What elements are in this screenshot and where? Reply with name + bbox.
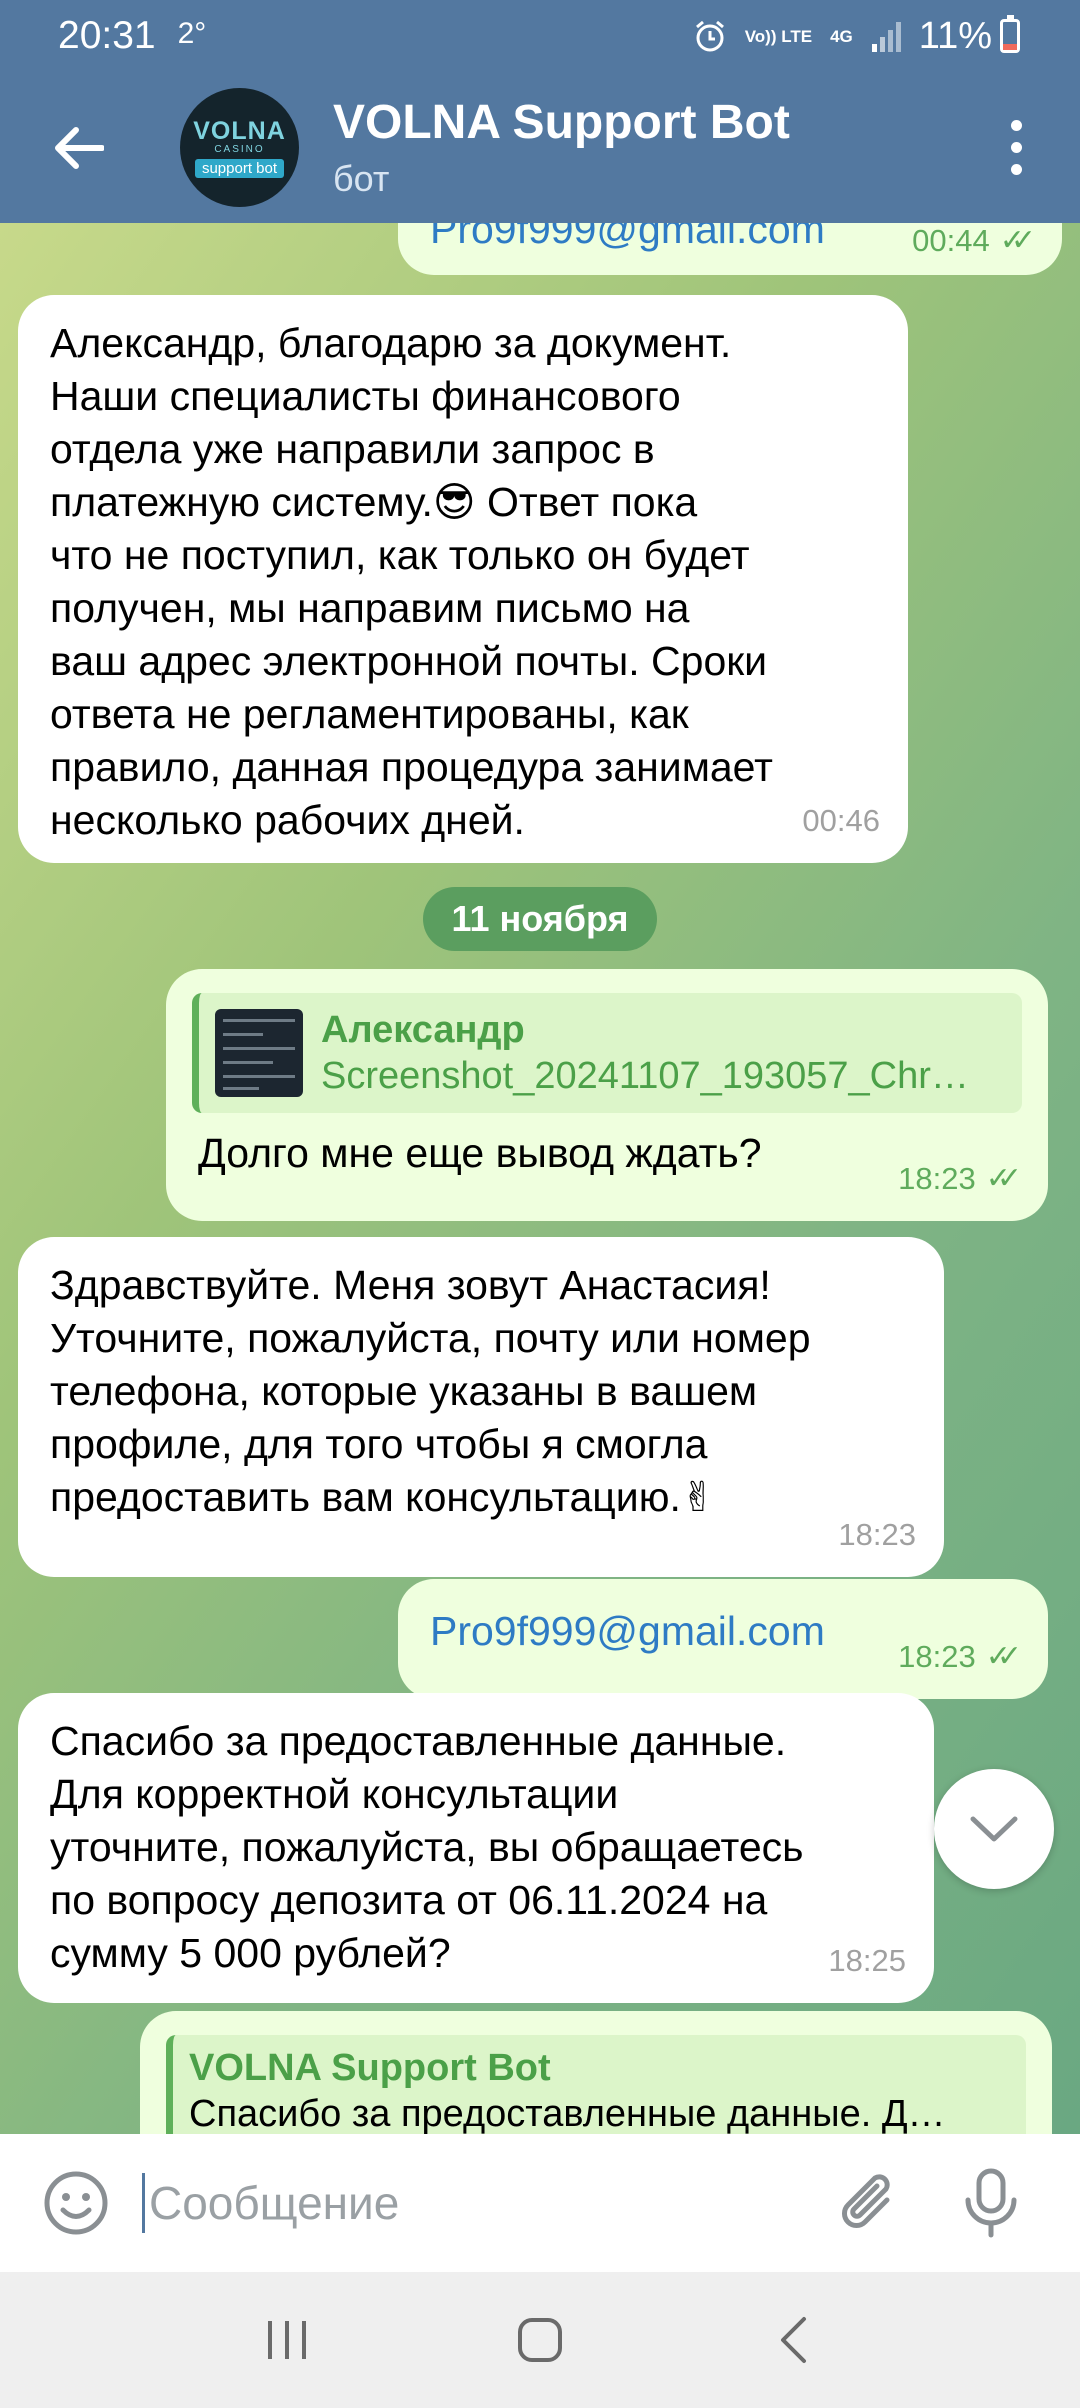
- message-time: 18:23: [838, 1517, 916, 1552]
- date-separator: 11 ноября: [423, 887, 657, 951]
- back-arrow-icon: [55, 126, 104, 169]
- message-meta: 18:23: [838, 1508, 916, 1561]
- reply-author: VOLNA Support Bot: [189, 2047, 551, 2089]
- text-cursor: [142, 2173, 145, 2233]
- message-incoming[interactable]: Александр, благодарю за документ. Наши с…: [18, 295, 908, 863]
- back-button[interactable]: [18, 88, 138, 208]
- scroll-down-button[interactable]: [934, 1769, 1054, 1889]
- message-input-bar: [0, 2134, 1080, 2272]
- more-options-button[interactable]: [986, 98, 1046, 198]
- message-incoming[interactable]: Здравствуйте. Меня зовут Анастасия! Уточ…: [18, 1237, 944, 1577]
- more-vert-icon: [1010, 120, 1022, 131]
- message-text: Александр, благодарю за документ. Наши с…: [50, 320, 773, 843]
- reply-caption: Спасибо за предоставленные данные. Д…: [189, 2093, 946, 2134]
- network-type: 4G: [830, 26, 853, 46]
- message-time: 18:23: [898, 1161, 976, 1196]
- message-outgoing[interactable]: Pro9f999@gmail.com 18:23 ✓✓: [398, 1579, 1048, 1699]
- message-meta: 00:46: [802, 794, 880, 847]
- avatar-logo-text: VOLNA: [193, 117, 286, 145]
- message-meta: 18:23 ✓✓: [898, 1630, 1022, 1683]
- reply-caption: Screenshot_20241107_193057_Chro…: [321, 1055, 981, 1097]
- chat-title: VOLNA Support Bot: [333, 96, 790, 149]
- message-time: 18:23: [898, 1639, 976, 1674]
- avatar-badge: support bot: [194, 159, 285, 178]
- reply-quote[interactable]: Александр Screenshot_20241107_193057_Chr…: [192, 993, 1022, 1113]
- top-bar: 20:31 2° Vo)) LTE 4G 11% VOLNA CASINO su…: [0, 0, 1080, 223]
- message-outgoing[interactable]: VOLNA Support Bot Спасибо за предоставле…: [140, 2011, 1052, 2134]
- reply-texts: Александр Screenshot_20241107_193057_Chr…: [321, 1007, 981, 1099]
- recents-icon: [267, 2321, 306, 2359]
- message-time: 00:46: [802, 803, 880, 838]
- chevron-down-icon: [970, 1816, 1018, 1842]
- status-icons: Vo)) LTE 4G 11%: [693, 15, 1020, 58]
- chat-title-block[interactable]: VOLNA Support Bot бот: [333, 95, 790, 200]
- reply-texts: VOLNA Support Bot Спасибо за предоставле…: [189, 2045, 1009, 2134]
- nav-back-icon: [781, 2317, 807, 2363]
- recents-button[interactable]: [252, 2305, 322, 2375]
- battery-icon: [1000, 15, 1020, 53]
- double-check-icon: ✓✓: [999, 224, 1036, 257]
- chat-header: VOLNA CASINO support bot VOLNA Support B…: [0, 72, 1080, 223]
- battery-percent: 11%: [918, 14, 992, 57]
- emoji-icon[interactable]: [42, 2169, 110, 2237]
- nav-back-button[interactable]: [758, 2305, 828, 2375]
- home-button[interactable]: [505, 2305, 575, 2375]
- reply-thumbnail: [215, 1009, 303, 1097]
- signal-icon: [871, 22, 901, 52]
- message-list[interactable]: Pro9f999@gmail.com 00:44 ✓✓ Александр, б…: [0, 223, 1080, 2134]
- system-nav-bar: [0, 2272, 1080, 2408]
- home-icon: [517, 2318, 562, 2362]
- message-time: 00:44: [912, 223, 990, 258]
- volte-indicator: Vo)) LTE: [744, 26, 813, 46]
- message-time: 18:25: [828, 1943, 906, 1978]
- status-temperature: 2°: [177, 17, 207, 50]
- battery-indicator: 11%: [919, 15, 1020, 58]
- message-outgoing[interactable]: Александр Screenshot_20241107_193057_Chr…: [166, 969, 1048, 1221]
- message-meta: 18:25: [828, 1934, 906, 1987]
- message-text: Здравствуйте. Меня зовут Анастасия! Уточ…: [50, 1262, 811, 1520]
- status-bar: 20:31 2° Vo)) LTE 4G 11%: [0, 0, 1080, 72]
- message-input[interactable]: [149, 2176, 829, 2230]
- message-text: Спасибо за предоставленные данные. Для к…: [50, 1718, 804, 1976]
- message-meta: 18:23 ✓✓: [898, 1152, 1022, 1205]
- message-outgoing[interactable]: Pro9f999@gmail.com 00:44 ✓✓: [398, 223, 1062, 275]
- reply-quote[interactable]: VOLNA Support Bot Спасибо за предоставле…: [166, 2035, 1026, 2134]
- alarm-icon: [695, 20, 724, 52]
- message-incoming[interactable]: Спасибо за предоставленные данные. Для к…: [18, 1693, 934, 2003]
- status-time: 20:31: [58, 14, 156, 57]
- mic-icon[interactable]: [961, 2168, 1021, 2238]
- avatar-logo-subtext: CASINO: [214, 144, 265, 155]
- double-check-icon: ✓✓: [985, 1640, 1022, 1673]
- reply-author: Александр: [321, 1009, 525, 1051]
- avatar[interactable]: VOLNA CASINO support bot: [180, 88, 299, 207]
- attach-icon[interactable]: [835, 2168, 905, 2238]
- chat-subtitle: бот: [333, 158, 390, 199]
- message-meta: 00:44 ✓✓: [912, 223, 1036, 267]
- double-check-icon: ✓✓: [985, 1162, 1022, 1195]
